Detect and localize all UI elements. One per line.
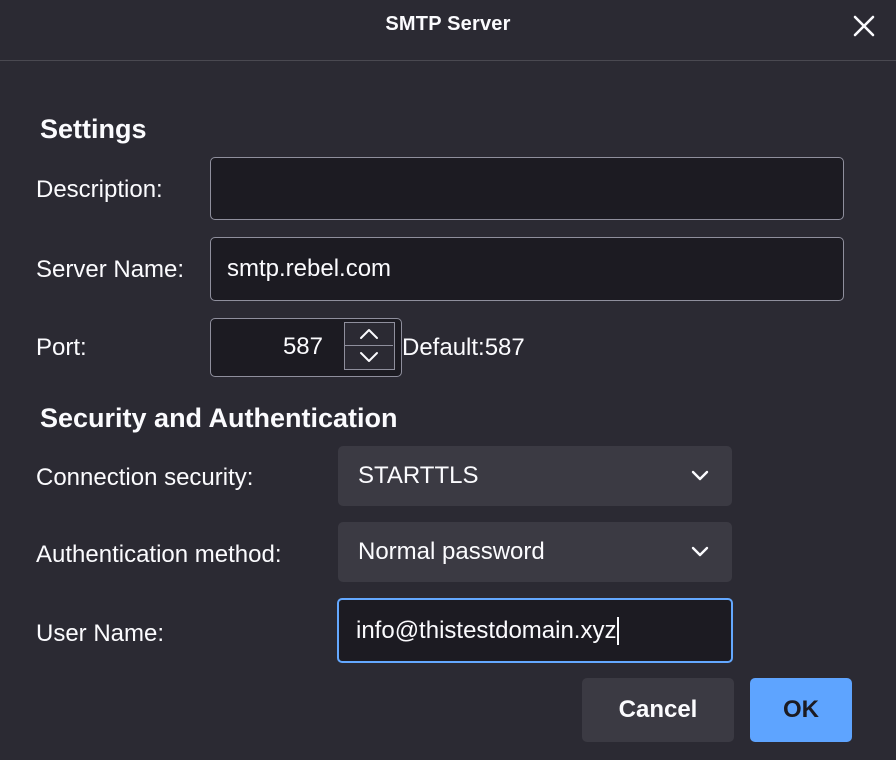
server-name-label: Server Name: — [36, 256, 185, 283]
port-spinner[interactable] — [344, 322, 395, 370]
cancel-button[interactable]: Cancel — [582, 678, 734, 742]
port-input[interactable]: 587 — [210, 318, 402, 377]
chevron-down-icon — [691, 470, 709, 481]
description-input[interactable] — [210, 157, 844, 220]
auth-method-select[interactable]: Normal password — [338, 522, 732, 582]
close-icon — [853, 15, 875, 37]
user-name-value: info@thistestdomain.xyz — [356, 616, 617, 644]
description-label: Description: — [36, 176, 163, 203]
port-decrement-button[interactable] — [345, 346, 393, 368]
port-label: Port: — [36, 334, 87, 361]
chevron-down-icon — [360, 352, 378, 362]
server-name-input[interactable]: smtp.rebel.com — [210, 237, 844, 301]
server-name-value: smtp.rebel.com — [227, 255, 392, 282]
text-caret — [617, 616, 620, 645]
auth-method-value: Normal password — [358, 538, 545, 565]
dialog-title: SMTP Server — [385, 13, 511, 35]
auth-method-label: Authentication method: — [36, 541, 282, 568]
ok-button[interactable]: OK — [750, 678, 852, 742]
chevron-up-icon — [360, 329, 378, 339]
close-button[interactable] — [848, 10, 880, 42]
port-increment-button[interactable] — [345, 323, 393, 346]
dialog-titlebar: SMTP Server — [0, 0, 896, 61]
settings-heading: Settings — [40, 114, 147, 144]
chevron-down-icon — [691, 546, 709, 557]
port-value: 587 — [282, 333, 323, 360]
user-name-label: User Name: — [36, 620, 165, 647]
security-heading: Security and Authentication — [40, 403, 398, 433]
connection-security-value: STARTTLS — [358, 462, 479, 489]
user-name-input[interactable]: info@thistestdomain.xyz — [337, 598, 733, 663]
connection-security-label: Connection security: — [36, 464, 254, 491]
connection-security-select[interactable]: STARTTLS — [338, 446, 732, 506]
port-default-text: Default:587 — [402, 334, 525, 361]
